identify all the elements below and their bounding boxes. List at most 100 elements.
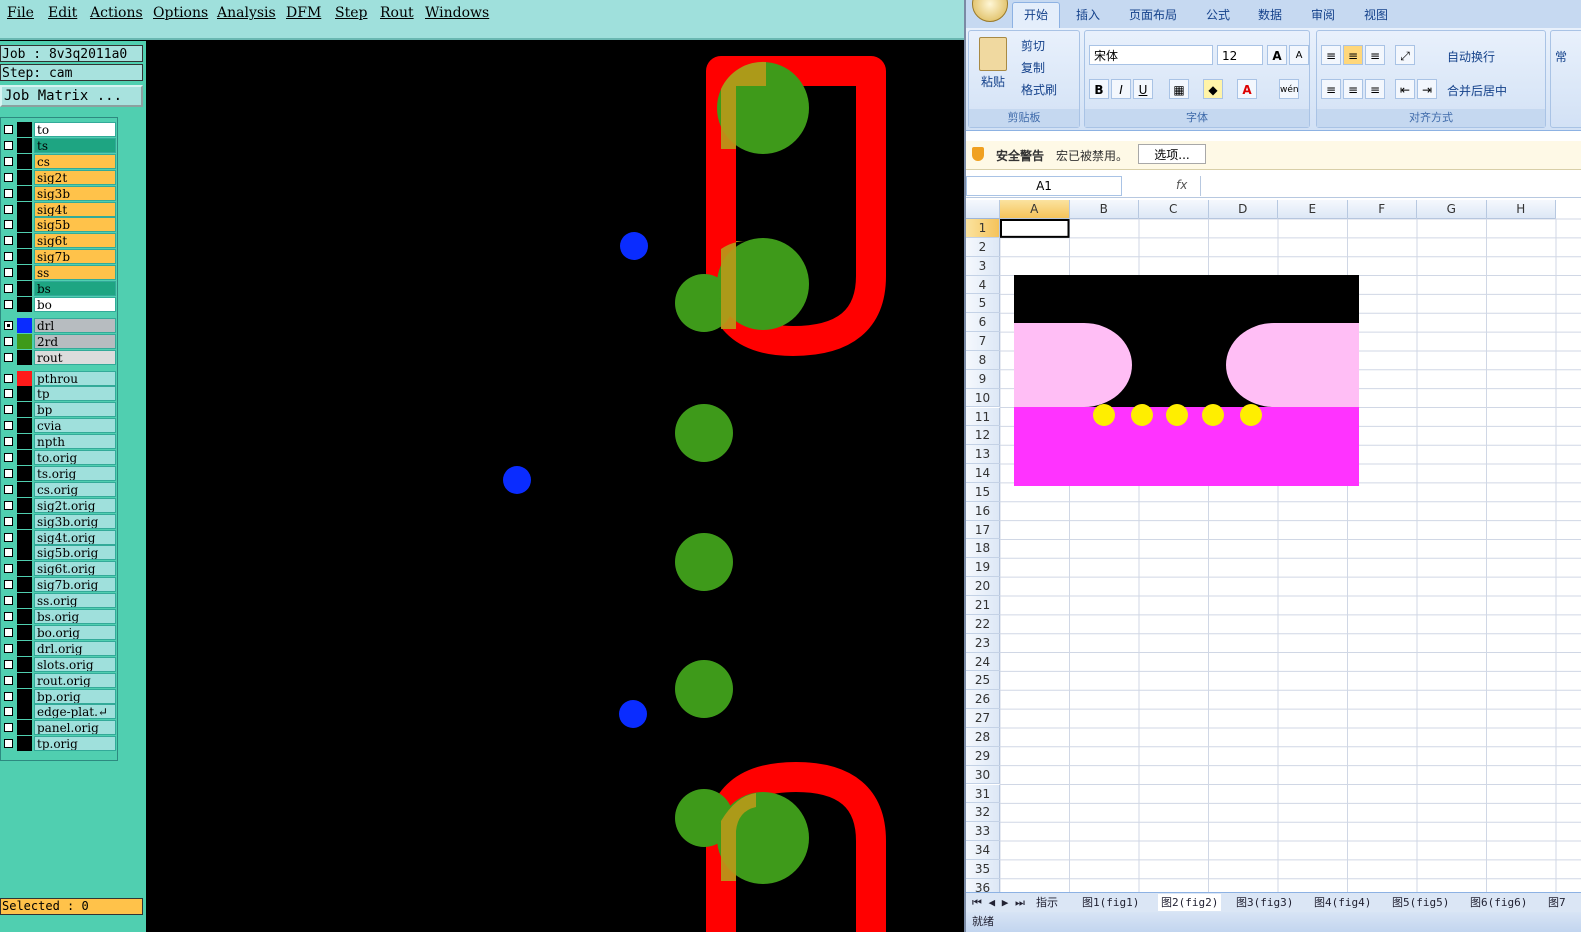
- layer-name[interactable]: bs: [34, 281, 116, 296]
- layer-checkbox[interactable]: [4, 284, 13, 293]
- tab-page-layout[interactable]: 页面布局: [1129, 6, 1177, 23]
- name-box[interactable]: A1: [966, 176, 1122, 196]
- merge-center-button[interactable]: 合并后居中: [1447, 82, 1507, 99]
- menu-file[interactable]: File: [7, 5, 34, 21]
- layer-name[interactable]: cs.orig: [34, 481, 116, 497]
- layer-checkbox[interactable]: [4, 468, 13, 478]
- layer-name[interactable]: slots.orig: [34, 656, 116, 672]
- layer-name[interactable]: npth: [34, 434, 116, 450]
- layer-name[interactable]: rout.orig: [34, 672, 116, 688]
- formula-input[interactable]: [1200, 176, 1581, 196]
- border-icon[interactable]: ▦: [1169, 79, 1189, 99]
- layer-checkbox[interactable]: [4, 707, 13, 717]
- layer-checkbox[interactable]: [4, 453, 13, 462]
- layer-checkbox[interactable]: [4, 723, 13, 733]
- layer-name[interactable]: to: [34, 122, 116, 137]
- layer-name[interactable]: tp.orig: [34, 736, 116, 752]
- graphic-canvas[interactable]: [146, 41, 964, 932]
- layer-checkbox[interactable]: [4, 421, 13, 431]
- tab-review[interactable]: 审阅: [1311, 6, 1335, 23]
- layer-checkbox[interactable]: [4, 125, 13, 134]
- bold-button[interactable]: B: [1089, 79, 1109, 99]
- layer-checkbox[interactable]: [4, 437, 13, 447]
- layer-name[interactable]: sig3b.orig: [34, 513, 116, 529]
- layer-checkbox[interactable]: [4, 532, 13, 542]
- increase-indent-icon[interactable]: ⇥: [1417, 79, 1437, 99]
- layer-name[interactable]: rout: [34, 349, 116, 365]
- align-middle-icon[interactable]: ≡: [1343, 45, 1363, 65]
- tab-insert[interactable]: 插入: [1076, 6, 1100, 23]
- align-bottom-icon[interactable]: ≡: [1365, 45, 1385, 65]
- layer-name[interactable]: cvia: [34, 418, 116, 434]
- number-format-combo[interactable]: 常: [1555, 48, 1567, 65]
- job-matrix-button[interactable]: Job Matrix ...: [0, 85, 143, 107]
- underline-button[interactable]: U: [1133, 79, 1153, 99]
- layer-name[interactable]: ts: [34, 137, 116, 153]
- layer-name[interactable]: bp: [34, 402, 116, 418]
- layer-name[interactable]: drl.orig: [34, 640, 116, 656]
- layer-name[interactable]: drl: [34, 317, 116, 333]
- layer-checkbox[interactable]: [4, 405, 13, 415]
- italic-button[interactable]: I: [1111, 79, 1131, 99]
- layer-checkbox[interactable]: [4, 516, 13, 526]
- sheet-tab[interactable]: 图1(fig1): [1082, 894, 1139, 911]
- layer-checkbox[interactable]: [4, 188, 13, 198]
- layer-name[interactable]: tp: [34, 386, 116, 402]
- menu-actions[interactable]: Actions: [90, 5, 143, 21]
- tab-data[interactable]: 数据: [1258, 6, 1282, 23]
- layer-name[interactable]: sig2t.orig: [34, 497, 116, 513]
- menu-rout[interactable]: Rout: [380, 5, 414, 21]
- sheet-tab[interactable]: 图6(fig6): [1470, 894, 1527, 911]
- layer-checkbox[interactable]: [4, 548, 13, 558]
- layer-name[interactable]: sig4t: [34, 201, 116, 217]
- paste-button[interactable]: 粘贴: [981, 73, 1005, 90]
- fill-color-icon[interactable]: ◆: [1203, 79, 1223, 99]
- layer-name[interactable]: bo.orig: [34, 624, 116, 640]
- layer-name[interactable]: sig7b.orig: [34, 577, 116, 593]
- layer-checkbox[interactable]: [4, 299, 13, 309]
- layer-name[interactable]: sig7b: [34, 249, 116, 265]
- tab-formulas[interactable]: 公式: [1206, 6, 1230, 23]
- cell-area[interactable]: [966, 200, 1581, 892]
- layer-name[interactable]: pthrou: [34, 370, 116, 386]
- layer-checkbox[interactable]: [4, 172, 13, 182]
- layer-checkbox[interactable]: [4, 596, 13, 606]
- decrease-indent-icon[interactable]: ⇤: [1395, 79, 1415, 99]
- paste-icon[interactable]: [979, 37, 1007, 71]
- layer-name[interactable]: sig5b.orig: [34, 545, 116, 561]
- align-left-icon[interactable]: ≡: [1321, 79, 1341, 99]
- layer-checkbox[interactable]: [4, 659, 13, 669]
- layer-checkbox[interactable]: [4, 739, 13, 749]
- copy-button[interactable]: 复制: [1021, 59, 1045, 76]
- layer-checkbox[interactable]: [4, 320, 13, 330]
- menu-edit[interactable]: Edit: [48, 5, 77, 21]
- sheet-tab[interactable]: 图3(fig3): [1236, 894, 1293, 911]
- layer-checkbox[interactable]: [4, 204, 13, 214]
- wrap-text-button[interactable]: 自动换行: [1447, 48, 1495, 65]
- layer-checkbox[interactable]: [4, 352, 13, 362]
- sheet-tab[interactable]: 指示: [1036, 894, 1058, 911]
- sheet-nav-arrows[interactable]: ⏮ ◀ ▶ ⏭: [972, 894, 1025, 911]
- office-button[interactable]: [972, 0, 1008, 22]
- shrink-font-button[interactable]: A: [1289, 45, 1309, 65]
- layer-checkbox[interactable]: [4, 484, 13, 494]
- menu-analysis[interactable]: Analysis: [217, 5, 276, 21]
- tab-view[interactable]: 视图: [1364, 6, 1388, 23]
- layer-checkbox[interactable]: [4, 564, 13, 574]
- layer-name[interactable]: ts.orig: [34, 465, 116, 481]
- layer-name[interactable]: sig2t: [34, 169, 116, 185]
- fx-icon[interactable]: fx: [1176, 178, 1187, 192]
- menu-windows[interactable]: Windows: [425, 5, 489, 21]
- tab-home[interactable]: 开始: [1024, 6, 1048, 23]
- align-top-icon[interactable]: ≡: [1321, 45, 1341, 65]
- layer-name[interactable]: cs: [34, 153, 116, 169]
- layer-checkbox[interactable]: [4, 691, 13, 701]
- sheet-tab[interactable]: 图2(fig2): [1158, 894, 1222, 911]
- sheet-tab[interactable]: 图7: [1548, 894, 1566, 911]
- layer-checkbox[interactable]: [4, 389, 13, 399]
- layer-checkbox[interactable]: [4, 220, 13, 230]
- layer-name[interactable]: sig6t.orig: [34, 561, 116, 577]
- layer-checkbox[interactable]: [4, 252, 13, 262]
- grow-font-button[interactable]: A: [1267, 45, 1287, 65]
- layer-name[interactable]: sig6t: [34, 233, 116, 249]
